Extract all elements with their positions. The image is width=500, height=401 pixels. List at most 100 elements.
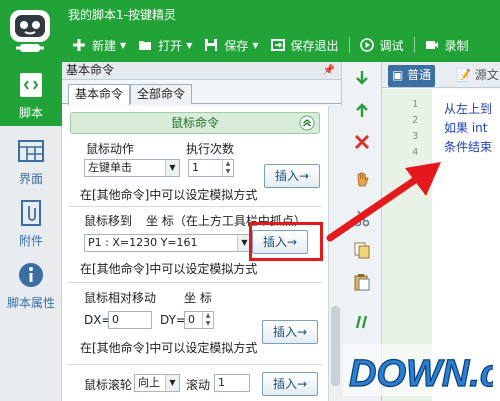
comment-icon[interactable] <box>352 312 372 332</box>
code-line[interactable]: 从左上到 <box>444 100 492 117</box>
relative-coord-label: 坐 标 <box>184 291 212 305</box>
insert-button[interactable]: 插入→ <box>262 320 318 344</box>
source-view-icon: 📝 <box>456 68 471 82</box>
line-number: 2 <box>412 115 419 126</box>
scroll-value: 1 <box>218 376 225 389</box>
scroll-input[interactable]: 1 <box>214 374 250 392</box>
tab-label: 普通 <box>407 68 432 82</box>
cut-icon[interactable] <box>352 208 372 228</box>
left-navigation: 脚本 界面 附件 脚本属性 <box>0 62 62 401</box>
spinner-arrows-icon[interactable]: ▲ ▼ <box>202 312 213 328</box>
nav-label: 脚本属性 <box>6 296 55 310</box>
mouse-move-hint: 在[其他命令]中可以设定模拟方式 <box>80 262 258 276</box>
main-toolbar: 新建 ▼ 打开 ▼ 保存 ▼ 保存退出 调试 录制 <box>66 33 475 57</box>
nav-label: 附件 <box>18 234 43 248</box>
debug-label: 调试 <box>379 38 404 53</box>
panel-scrollbar[interactable] <box>328 106 342 401</box>
collapse-up-icon[interactable] <box>299 115 315 131</box>
coordinate-value: P1 : X=1230 Y=161 <box>88 236 198 249</box>
section-divider <box>68 364 322 365</box>
paste-icon[interactable] <box>352 272 372 292</box>
toolbar-separator <box>413 37 415 53</box>
record-label: 录制 <box>444 38 469 53</box>
tab-source-view[interactable]: 📝 源文 <box>452 65 500 87</box>
mouse-action-label: 鼠标动作 <box>86 142 135 156</box>
plus-icon <box>73 39 85 51</box>
chevron-down-icon[interactable]: ▼ <box>165 375 179 391</box>
chevron-down-icon[interactable]: ▼ <box>165 160 179 176</box>
layout-icon <box>18 140 44 162</box>
dy-value: 0 <box>188 313 195 326</box>
editor-tabs: ▣ 普通 📝 源文 <box>382 62 500 88</box>
wheel-direction-select[interactable]: 向上 ▼ <box>134 374 180 392</box>
record-button[interactable]: 录制 <box>419 34 475 56</box>
nav-item-attachment[interactable]: 附件 <box>0 190 62 254</box>
dx-value: 0 <box>112 313 119 326</box>
command-tabs: 基本命令 全部命令 <box>62 80 341 105</box>
dy-input[interactable]: 0 ▲ ▼ <box>184 311 214 329</box>
save-exit-label: 保存退出 <box>290 38 339 53</box>
script-icon <box>20 73 42 97</box>
save-exit-icon <box>270 39 285 51</box>
normal-view-icon: ▣ <box>392 68 404 82</box>
move-down-icon[interactable] <box>352 68 372 88</box>
camera-icon <box>425 41 438 49</box>
delete-icon[interactable] <box>352 132 372 152</box>
scrollbar-thumb[interactable] <box>331 306 340 386</box>
mouse-action-select[interactable]: 左键单击 ▼ <box>84 159 180 177</box>
move-up-icon[interactable] <box>352 100 372 120</box>
panel-header: 基本命令 📌 <box>62 62 341 80</box>
attachment-icon <box>21 200 41 226</box>
title-toolbar-band: 我的脚本1-按键精灵 新建 ▼ 打开 ▼ 保存 ▼ 保存退出 调试 录制 <box>0 0 500 62</box>
open-button[interactable]: 打开 ▼ <box>132 34 198 56</box>
section-title: 鼠标命令 <box>170 116 219 130</box>
nav-item-script-properties[interactable]: 脚本属性 <box>0 252 62 316</box>
save-label: 保存 <box>224 38 249 53</box>
line-number: 3 <box>412 131 419 142</box>
chevron-down-icon: ▼ <box>186 40 193 50</box>
dx-input[interactable]: 0 <box>108 311 152 329</box>
save-exit-button[interactable]: 保存退出 <box>265 34 345 56</box>
line-number: 4 <box>412 147 419 158</box>
count-input[interactable]: 1 ▲ ▼ <box>188 159 234 177</box>
tab-label: 源文 <box>474 68 499 82</box>
line-number: 1 <box>412 99 419 110</box>
section-divider <box>68 206 322 207</box>
folder-icon <box>139 41 152 50</box>
debug-button[interactable]: 调试 <box>354 34 410 56</box>
nav-label: 脚本 <box>18 106 43 120</box>
code-line[interactable]: 如果 int <box>444 119 487 136</box>
mouse-action-value: 左键单击 <box>88 161 132 174</box>
hand-icon[interactable] <box>352 170 372 190</box>
save-icon <box>205 39 218 51</box>
app-logo-icon <box>10 10 50 52</box>
mouse-move-label: 鼠标移到 <box>84 214 133 228</box>
section-divider <box>68 282 322 283</box>
tab-basic-commands[interactable]: 基本命令 <box>68 84 131 105</box>
chevron-down-icon: ▼ <box>252 40 259 50</box>
copy-icon[interactable] <box>352 240 372 260</box>
new-button[interactable]: 新建 ▼ <box>66 34 132 56</box>
new-label: 新建 <box>92 38 117 53</box>
toolbar-separator <box>348 37 350 53</box>
nav-item-script[interactable]: 脚本 <box>0 62 62 126</box>
insert-button[interactable]: 插入→ <box>262 372 318 396</box>
coordinate-select[interactable]: P1 : X=1230 Y=161 ▼ <box>84 234 252 252</box>
spinner-arrows-icon[interactable]: ▲ ▼ <box>222 160 233 176</box>
info-icon <box>19 263 43 287</box>
code-line[interactable]: 条件结束 <box>444 138 492 155</box>
nav-item-layout[interactable]: 界面 <box>0 128 62 192</box>
scroll-label: 滚动 <box>186 378 211 392</box>
mouse-commands-header[interactable]: 鼠标命令 <box>70 112 320 134</box>
dy-label: DY= <box>160 313 186 327</box>
save-button[interactable]: 保存 ▼ <box>198 34 264 56</box>
watermark-logo: DOWN.cc <box>343 344 493 396</box>
open-label: 打开 <box>158 38 183 53</box>
pin-icon[interactable]: 📌 <box>323 62 335 79</box>
mouse-relative-label: 鼠标相对移动 <box>84 291 157 305</box>
tab-all-commands[interactable]: 全部命令 <box>130 84 193 104</box>
count-value: 1 <box>192 161 199 174</box>
insert-button[interactable]: 插入→ <box>264 164 320 188</box>
panel-title: 基本命令 <box>66 63 115 77</box>
tab-normal-view[interactable]: ▣ 普通 <box>388 65 436 87</box>
